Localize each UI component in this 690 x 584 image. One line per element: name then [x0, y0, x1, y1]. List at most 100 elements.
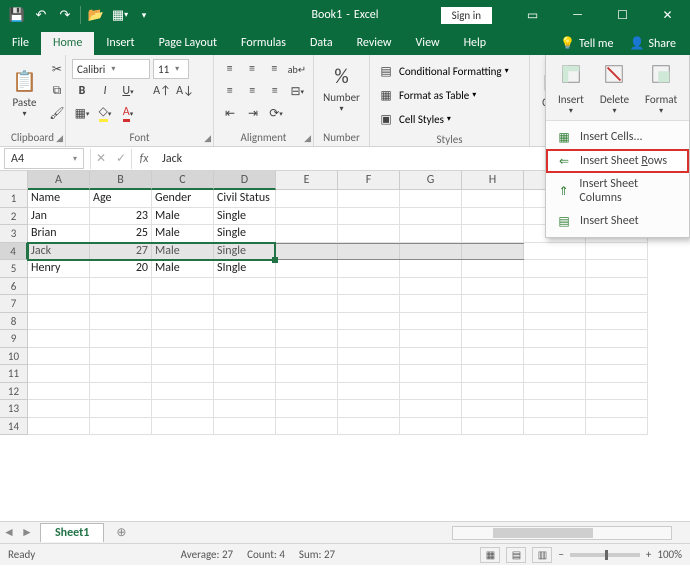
maximize-icon[interactable]: ☐ [600, 0, 645, 30]
cell[interactable] [338, 225, 400, 243]
menu-insert-sheet-rows[interactable]: ⇐Insert Sheet Rows [546, 149, 689, 173]
cell[interactable] [338, 260, 400, 278]
cell[interactable] [400, 295, 462, 313]
ribbon-options-icon[interactable]: ▭ [510, 0, 555, 30]
cell[interactable] [276, 225, 338, 243]
cell[interactable] [524, 348, 586, 366]
cell[interactable] [462, 330, 524, 348]
cell[interactable] [28, 278, 90, 296]
cell[interactable] [214, 278, 276, 296]
column-header[interactable]: G [400, 171, 462, 190]
cell[interactable] [462, 348, 524, 366]
cell[interactable]: Jack [28, 243, 90, 261]
cell[interactable] [400, 190, 462, 208]
cell[interactable] [276, 243, 338, 261]
cell[interactable] [90, 313, 152, 331]
cell[interactable] [586, 295, 648, 313]
cell-styles-button[interactable]: ▣Cell Styles▾ [376, 109, 523, 129]
cell[interactable] [400, 225, 462, 243]
cell[interactable]: SIngle [214, 260, 276, 278]
cell[interactable] [214, 313, 276, 331]
cell[interactable] [90, 400, 152, 418]
cell[interactable] [338, 243, 400, 261]
tab-help[interactable]: Help [452, 32, 499, 55]
cell[interactable]: 27 [90, 243, 152, 261]
cell[interactable] [276, 260, 338, 278]
dialog-launcher-icon[interactable]: ◢ [304, 133, 311, 144]
cell[interactable]: 25 [90, 225, 152, 243]
column-header[interactable]: H [462, 171, 524, 190]
font-family-combo[interactable]: Calibri▾ [72, 59, 150, 79]
cell[interactable] [400, 330, 462, 348]
sheet-nav-prev-icon[interactable]: ◄ [0, 525, 18, 540]
enter-fx-icon[interactable]: ✓ [111, 149, 131, 169]
align-bottom-icon[interactable]: ≡ [265, 59, 284, 79]
row-header[interactable]: 10 [0, 348, 28, 366]
column-header[interactable]: C [152, 171, 214, 190]
cell[interactable] [586, 260, 648, 278]
cell[interactable] [400, 400, 462, 418]
cell[interactable] [462, 400, 524, 418]
dialog-launcher-icon[interactable]: ◢ [56, 133, 63, 144]
cell[interactable] [586, 278, 648, 296]
column-header[interactable]: F [338, 171, 400, 190]
cell[interactable] [524, 295, 586, 313]
cell[interactable] [214, 330, 276, 348]
cell[interactable] [276, 348, 338, 366]
tab-home[interactable]: Home [41, 32, 94, 55]
cell[interactable] [214, 383, 276, 401]
cell[interactable] [90, 365, 152, 383]
sheet-tab[interactable]: Sheet1 [40, 523, 104, 542]
cell[interactable] [214, 400, 276, 418]
undo-icon[interactable]: ↶ [30, 4, 52, 26]
tab-file[interactable]: File [0, 32, 41, 55]
fill-color-icon[interactable]: ◇▾ [95, 103, 115, 123]
cell[interactable] [586, 313, 648, 331]
name-box[interactable]: A4▾ [4, 148, 84, 169]
row-header[interactable]: 9 [0, 330, 28, 348]
cell[interactable]: 20 [90, 260, 152, 278]
align-center-icon[interactable]: ≡ [243, 81, 263, 101]
cell[interactable] [462, 383, 524, 401]
cell[interactable] [586, 243, 648, 261]
row-header[interactable]: 2 [0, 208, 28, 226]
cell[interactable] [338, 278, 400, 296]
italic-button[interactable]: I [95, 81, 115, 101]
cell[interactable] [276, 313, 338, 331]
cell[interactable] [338, 348, 400, 366]
cell[interactable] [214, 365, 276, 383]
cell[interactable] [338, 295, 400, 313]
dialog-launcher-icon[interactable]: ◢ [204, 133, 211, 144]
cell[interactable] [90, 383, 152, 401]
cell[interactable] [338, 313, 400, 331]
cell[interactable]: Name [28, 190, 90, 208]
cell[interactable] [28, 295, 90, 313]
cell[interactable] [214, 295, 276, 313]
sign-in-button[interactable]: Sign in [441, 7, 492, 24]
decrease-font-icon[interactable]: A↓ [175, 81, 195, 101]
cell[interactable] [276, 400, 338, 418]
bold-button[interactable]: B [72, 81, 92, 101]
cell[interactable] [338, 383, 400, 401]
row-header[interactable]: 6 [0, 278, 28, 296]
cell[interactable] [400, 365, 462, 383]
share-button[interactable]: 👤Share [623, 32, 682, 55]
cell[interactable] [338, 418, 400, 436]
cell[interactable] [152, 400, 214, 418]
cell[interactable] [462, 208, 524, 226]
cell[interactable] [276, 208, 338, 226]
close-icon[interactable]: ✕ [645, 0, 690, 30]
cell[interactable] [462, 190, 524, 208]
row-header[interactable]: 12 [0, 383, 28, 401]
cell[interactable] [524, 330, 586, 348]
cell[interactable] [400, 208, 462, 226]
zoom-in-icon[interactable]: + [646, 548, 651, 561]
cell[interactable] [28, 383, 90, 401]
cell[interactable] [524, 365, 586, 383]
cell[interactable]: Gender [152, 190, 214, 208]
cancel-fx-icon[interactable]: ✕ [91, 149, 111, 169]
row-header[interactable]: 3 [0, 225, 28, 243]
cell[interactable]: Civil Status [214, 190, 276, 208]
insert-button[interactable]: Insert▾ [552, 61, 590, 118]
cell[interactable] [524, 260, 586, 278]
